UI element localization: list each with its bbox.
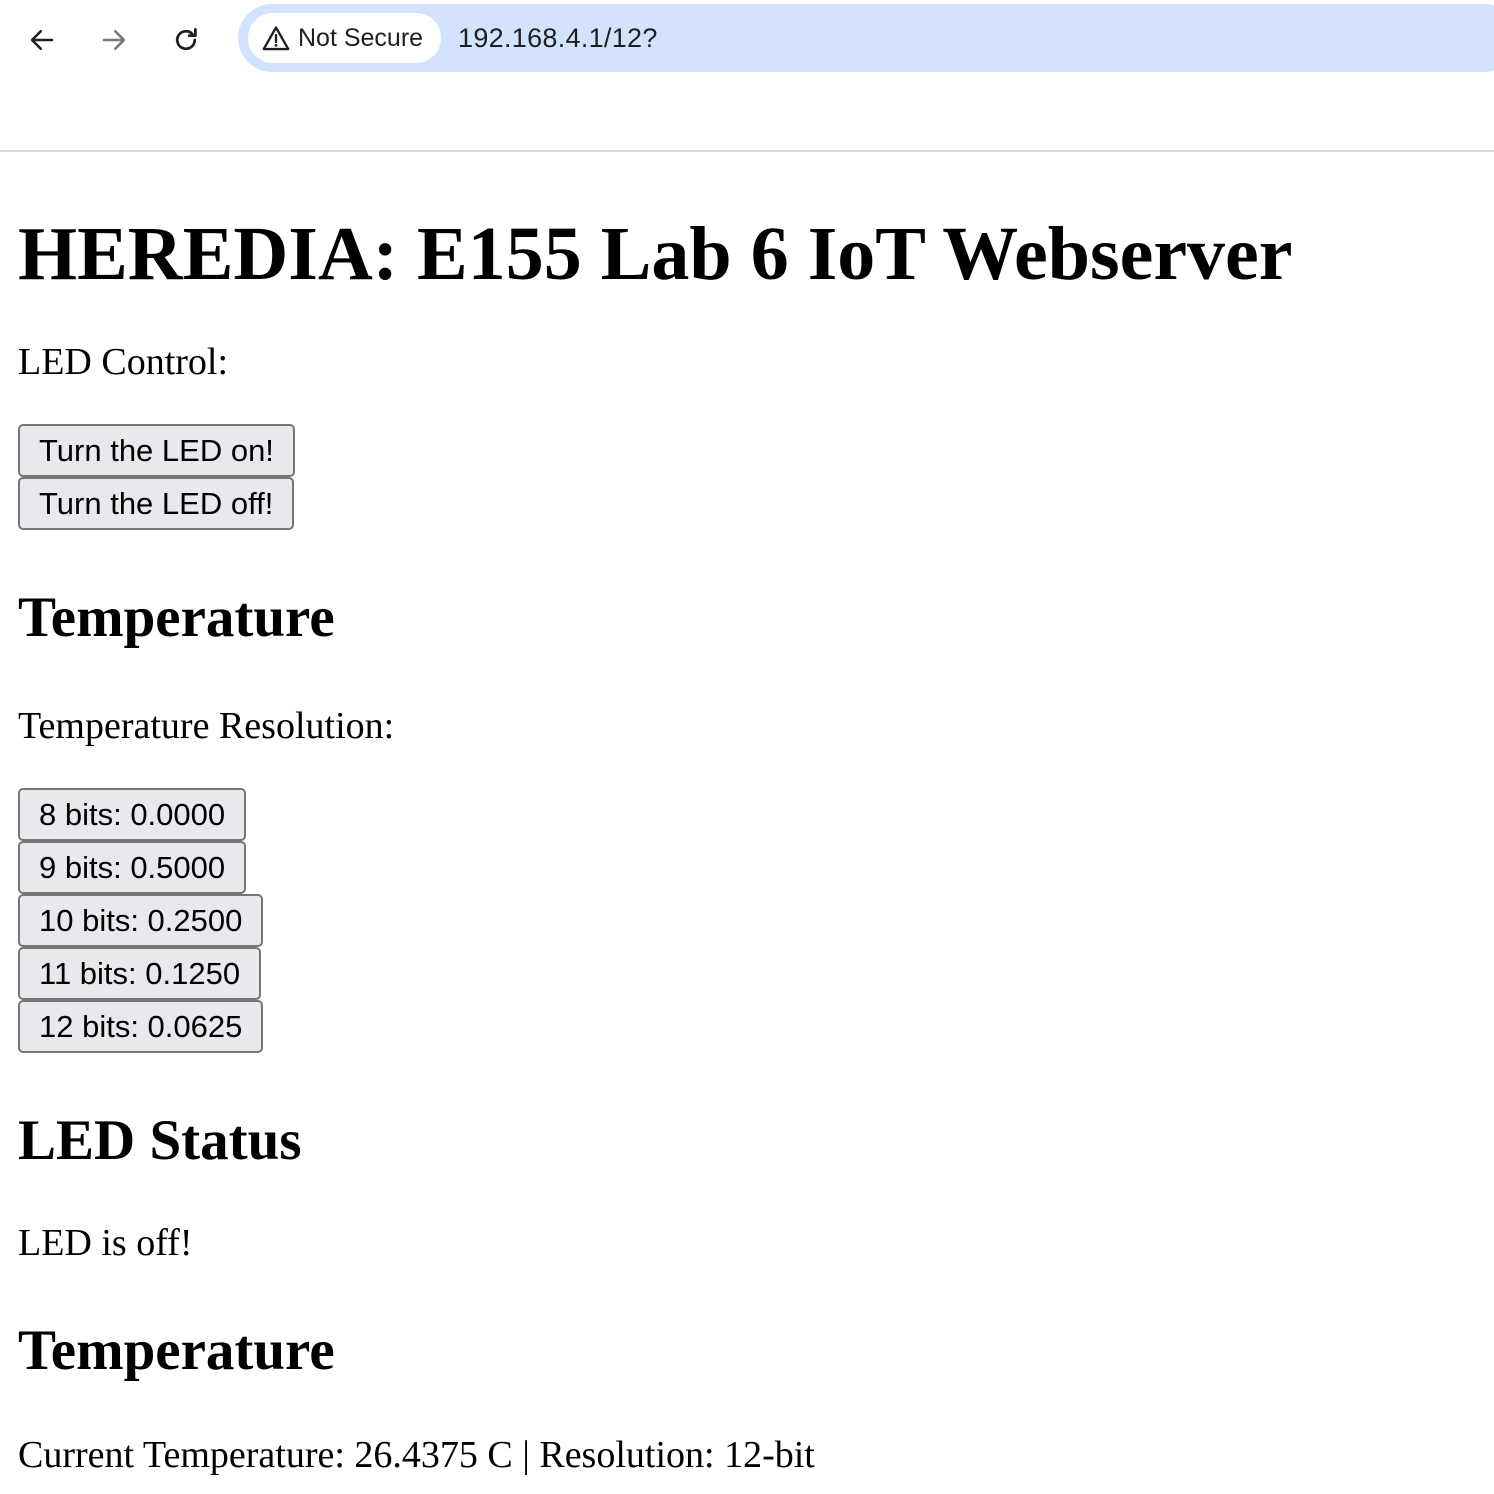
url-text[interactable]: 192.168.4.1/12?: [458, 4, 658, 72]
warning-icon: [262, 26, 290, 51]
address-bar[interactable]: Not Secure 192.168.4.1/12?: [238, 4, 1494, 72]
security-label: Not Secure: [298, 23, 424, 52]
browser-toolbar: Not Secure 192.168.4.1/12?: [0, 0, 1494, 152]
temperature-reading-heading: Temperature: [18, 1319, 335, 1382]
led-status-heading: LED Status: [18, 1109, 302, 1172]
resolution-buttons: 8 bits: 0.0000 9 bits: 0.5000 10 bits: 0…: [18, 788, 1476, 1053]
reload-icon: [175, 28, 197, 51]
led-off-button[interactable]: Turn the LED off!: [18, 477, 295, 530]
page-title: HEREDIA: E155 Lab 6 IoT Webserver: [18, 212, 1293, 296]
arrow-left-icon: [30, 30, 54, 50]
led-status-text: LED is off!: [18, 1222, 193, 1264]
resolution-8bit-button[interactable]: 8 bits: 0.0000: [18, 788, 247, 841]
forward-button[interactable]: [92, 18, 136, 62]
led-control-label: LED Control:: [18, 341, 229, 383]
resolution-12bit-button[interactable]: 12 bits: 0.0625: [18, 1000, 264, 1053]
temperature-heading: Temperature: [18, 586, 335, 649]
resolution-11bit-button[interactable]: 11 bits: 0.1250: [18, 947, 262, 1000]
security-indicator[interactable]: Not Secure: [248, 13, 442, 63]
resolution-label: Temperature Resolution:: [18, 705, 395, 747]
resolution-10bit-button[interactable]: 10 bits: 0.2500: [18, 894, 264, 947]
led-on-button[interactable]: Turn the LED on!: [18, 424, 295, 477]
reload-button[interactable]: [164, 18, 208, 62]
back-button[interactable]: [20, 18, 64, 62]
arrow-right-icon: [102, 30, 126, 50]
current-temperature-text: Current Temperature: 26.4375 C | Resolut…: [18, 1434, 815, 1476]
page-content: HEREDIA: E155 Lab 6 IoT Webserver LED Co…: [0, 208, 1494, 1477]
resolution-9bit-button[interactable]: 9 bits: 0.5000: [18, 841, 247, 894]
led-control-buttons: Turn the LED on! Turn the LED off!: [18, 424, 1476, 530]
